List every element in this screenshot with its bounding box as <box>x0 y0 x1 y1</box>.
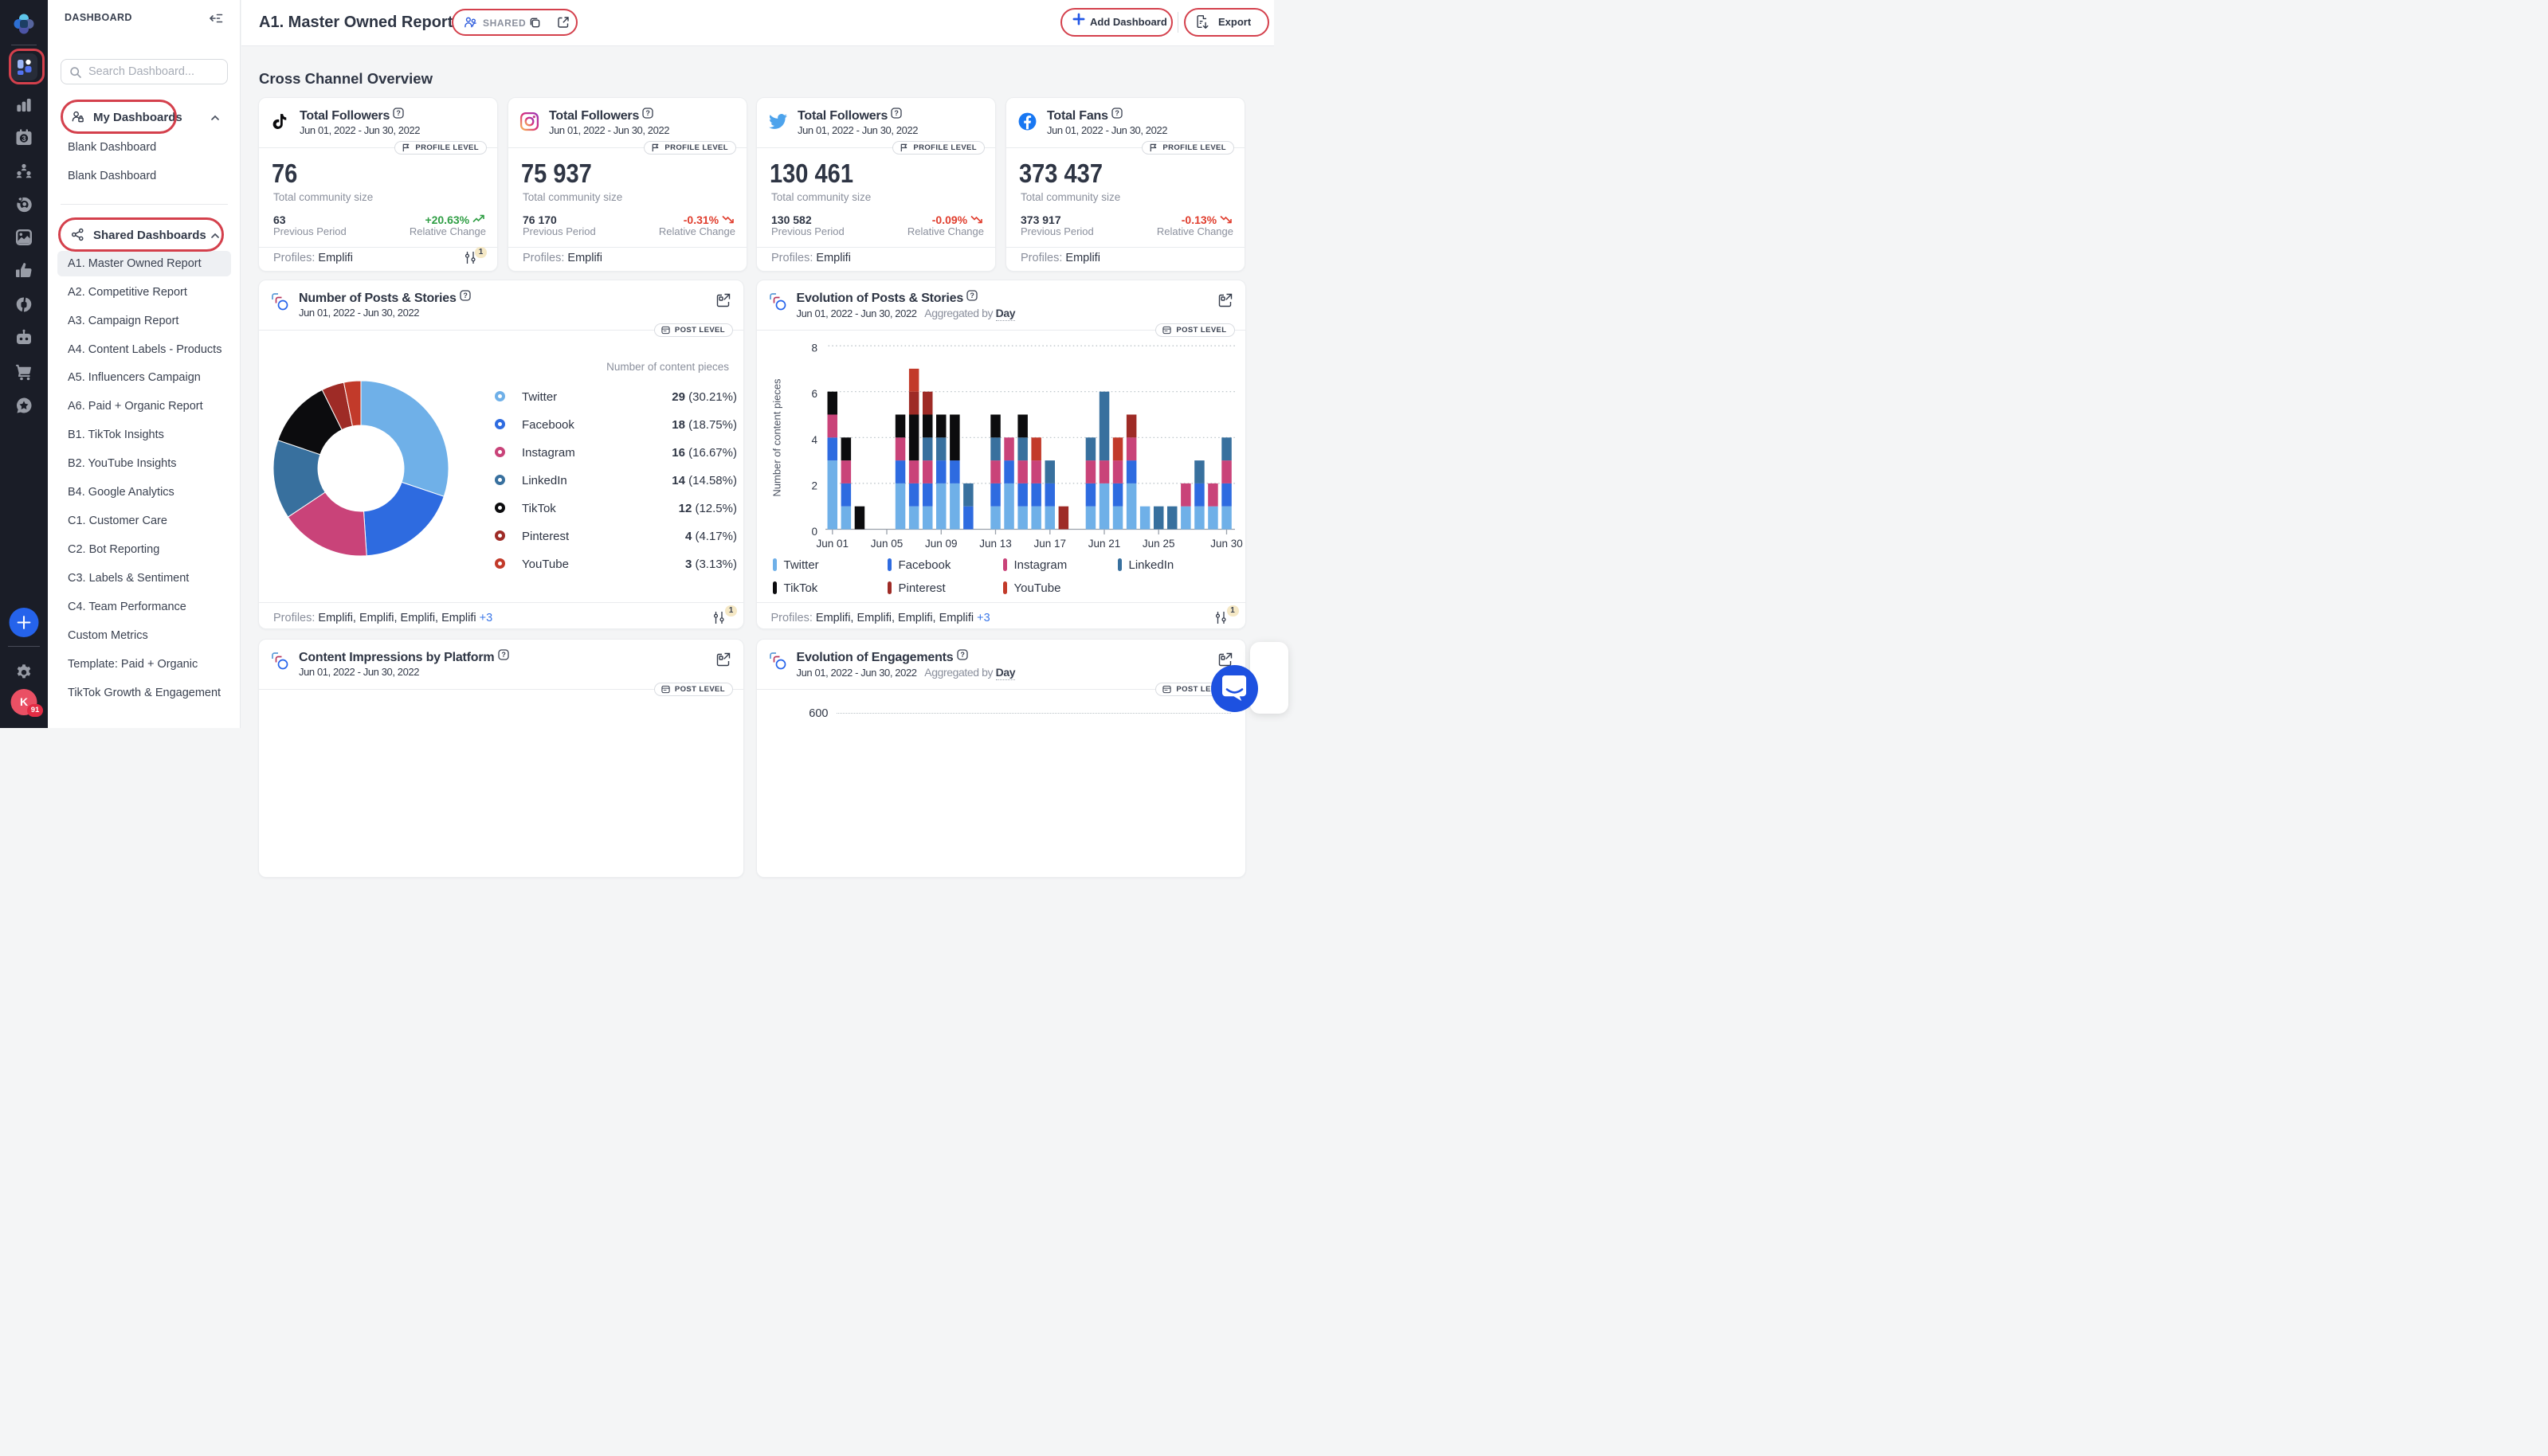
svg-text:Jun 09: Jun 09 <box>925 538 958 550</box>
svg-text:8: 8 <box>811 342 817 354</box>
svg-text:Jun 05: Jun 05 <box>870 538 903 550</box>
svg-text:?: ? <box>960 651 964 659</box>
svg-text:Jun 30: Jun 30 <box>1210 538 1243 550</box>
svg-text:4: 4 <box>811 433 817 445</box>
svg-text:0: 0 <box>811 526 817 538</box>
svg-text:?: ? <box>895 109 899 117</box>
svg-text:6: 6 <box>811 388 817 400</box>
svg-text:?: ? <box>463 292 467 299</box>
svg-text:?: ? <box>1115 109 1119 117</box>
svg-text:3: 3 <box>22 135 25 143</box>
svg-text:?: ? <box>646 109 650 117</box>
svg-text:Jun 25: Jun 25 <box>1142 538 1174 550</box>
svg-text:?: ? <box>397 109 401 117</box>
svg-text:2: 2 <box>811 479 817 491</box>
svg-text:?: ? <box>501 651 505 659</box>
svg-text:Jun 17: Jun 17 <box>1033 538 1066 550</box>
svg-text:Jun 21: Jun 21 <box>1088 538 1120 550</box>
svg-text:Jun 13: Jun 13 <box>979 538 1012 550</box>
svg-text:Jun 01: Jun 01 <box>816 538 849 550</box>
